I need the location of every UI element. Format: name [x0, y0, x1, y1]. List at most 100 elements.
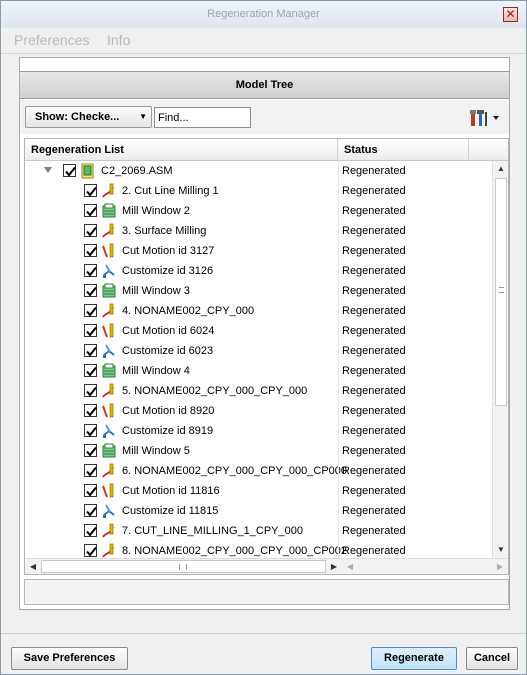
tree-row[interactable]: Customize id 8919 Regenerated	[25, 421, 492, 441]
nc-sequence-icon	[101, 523, 117, 539]
row-checkbox[interactable]	[84, 304, 97, 317]
column-header-row: Regeneration List Status	[25, 139, 508, 161]
tree-row[interactable]: Customize id 11815 Regenerated	[25, 501, 492, 521]
row-checkbox[interactable]	[84, 444, 97, 457]
scroll-left-icon[interactable]: ◀	[25, 559, 41, 574]
tree-row[interactable]: Cut Motion id 6024 Regenerated	[25, 321, 492, 341]
settings-tools-icon[interactable]	[467, 107, 501, 129]
regenerate-button[interactable]: Regenerate	[371, 647, 457, 670]
tree-row[interactable]: Cut Motion id 3127 Regenerated	[25, 241, 492, 261]
show-filter-dropdown[interactable]: Show: Checke... ▼	[25, 106, 152, 128]
tree-row[interactable]: Cut Motion id 8920 Regenerated	[25, 401, 492, 421]
tree-toolbar: Show: Checke... ▼	[20, 100, 509, 134]
tree-row-name-cell: Customize id 8919	[25, 421, 338, 441]
window-title: Regeneration Manager	[207, 8, 320, 20]
panel-title: Model Tree	[20, 71, 509, 99]
row-checkbox[interactable]	[84, 524, 97, 537]
row-checkbox[interactable]	[84, 484, 97, 497]
tree-row[interactable]: Cut Motion id 11816 Regenerated	[25, 481, 492, 501]
tree-row-name-cell: Mill Window 2	[25, 201, 338, 221]
tree-row[interactable]: 5. NONAME002_CPY_000_CPY_000 Regenerated	[25, 381, 492, 401]
vertical-scroll-thumb[interactable]	[495, 178, 507, 406]
nc-sequence-icon	[101, 463, 117, 479]
tree-row[interactable]: Mill Window 2 Regenerated	[25, 201, 492, 221]
scroll-down-icon[interactable]: ▼	[493, 542, 508, 558]
tree-row-status: Regenerated	[338, 321, 492, 341]
vertical-scrollbar[interactable]: ▲ ▼	[492, 161, 508, 558]
menu-info[interactable]: Info	[107, 32, 130, 48]
tree-row[interactable]: Mill Window 3 Regenerated	[25, 281, 492, 301]
tree-row-status: Regenerated	[338, 301, 492, 321]
tree-row[interactable]: 2. Cut Line Milling 1 Regenerated	[25, 181, 492, 201]
tree-row-name-cell: Customize id 3126	[25, 261, 338, 281]
tree-row-status: Regenerated	[338, 361, 492, 381]
menu-preferences[interactable]: Preferences	[14, 32, 89, 48]
tree-row-status: Regenerated	[338, 481, 492, 501]
row-checkbox[interactable]	[84, 264, 97, 277]
tree-row[interactable]: 7. CUT_LINE_MILLING_1_CPY_000 Regenerated	[25, 521, 492, 541]
tree-row-name-cell: Cut Motion id 3127	[25, 241, 338, 261]
row-checkbox[interactable]	[84, 424, 97, 437]
assembly-icon	[80, 163, 96, 179]
cut-motion-icon	[101, 323, 117, 339]
row-checkbox[interactable]	[84, 184, 97, 197]
row-checkbox[interactable]	[84, 544, 97, 557]
tree-row[interactable]: 4. NONAME002_CPY_000 Regenerated	[25, 301, 492, 321]
tree-row-label: Customize id 3126	[122, 265, 214, 277]
tree-row-name-cell: Mill Window 5	[25, 441, 338, 461]
tree-row-label: Cut Motion id 8920	[122, 405, 215, 417]
horizontal-scrollbar[interactable]: ◀ ▶ ◀ ▶	[25, 558, 508, 574]
row-checkbox[interactable]	[84, 204, 97, 217]
tree-row[interactable]: Customize id 3126 Regenerated	[25, 261, 492, 281]
tree-row-label: Customize id 8919	[122, 425, 214, 437]
tree-row-status: Regenerated	[338, 521, 492, 541]
tree-row-label: 5. NONAME002_CPY_000_CPY_000	[122, 385, 308, 397]
tree-row-name-cell: 3. Surface Milling	[25, 221, 338, 241]
cancel-button[interactable]: Cancel	[466, 647, 518, 670]
tree-row[interactable]: Mill Window 4 Regenerated	[25, 361, 492, 381]
mill-window-icon	[101, 363, 117, 379]
tree-row-name-cell: 5. NONAME002_CPY_000_CPY_000	[25, 381, 338, 401]
row-checkbox[interactable]	[84, 504, 97, 517]
column-header-regeneration-list[interactable]: Regeneration List	[25, 139, 338, 160]
column-header-status[interactable]: Status	[338, 139, 469, 160]
customize-icon	[101, 503, 117, 519]
row-checkbox[interactable]	[63, 164, 76, 177]
tree-row-label: 4. NONAME002_CPY_000	[122, 305, 255, 317]
tree-root-row[interactable]: C2_2069.ASM Regenerated	[25, 161, 492, 181]
tree-row[interactable]: Mill Window 5 Regenerated	[25, 441, 492, 461]
row-checkbox[interactable]	[84, 384, 97, 397]
row-checkbox[interactable]	[84, 224, 97, 237]
status-scroll-right-icon[interactable]: ▶	[492, 559, 508, 574]
close-icon[interactable]: ✕	[503, 7, 518, 22]
tree-row[interactable]: 3. Surface Milling Regenerated	[25, 221, 492, 241]
tree-row[interactable]: 8. NONAME002_CPY_000_CPY_000_CP002 Regene…	[25, 541, 492, 558]
row-checkbox[interactable]	[84, 404, 97, 417]
row-checkbox[interactable]	[84, 324, 97, 337]
footer-divider	[1, 633, 526, 634]
menu-bar: Preferences Info	[1, 28, 526, 54]
tree-row-name-cell: 6. NONAME002_CPY_000_CPY_000_CP000	[25, 461, 347, 481]
customize-icon	[101, 263, 117, 279]
tree-row[interactable]: Customize id 6023 Regenerated	[25, 341, 492, 361]
scroll-right-icon[interactable]: ▶	[326, 559, 342, 574]
tree-row-status: Regenerated	[338, 441, 492, 461]
tree-row-label: Customize id 11815	[122, 505, 219, 517]
find-input[interactable]	[154, 107, 251, 128]
tree-row-status: Regenerated	[338, 181, 492, 201]
row-checkbox[interactable]	[84, 284, 97, 297]
tree-row-label: 3. Surface Milling	[122, 225, 207, 237]
status-scroll-left-icon[interactable]: ◀	[342, 559, 358, 574]
row-checkbox[interactable]	[84, 344, 97, 357]
tree-row[interactable]: 6. NONAME002_CPY_000_CPY_000_CP000 Regene…	[25, 461, 492, 481]
expand-toggle-icon[interactable]	[44, 167, 52, 173]
scroll-up-icon[interactable]: ▲	[493, 161, 508, 177]
save-preferences-button[interactable]: Save Preferences	[11, 647, 128, 670]
row-checkbox[interactable]	[84, 464, 97, 477]
tree-row-name-cell: Mill Window 4	[25, 361, 338, 381]
tree-row-label: 7. CUT_LINE_MILLING_1_CPY_000	[122, 525, 303, 537]
row-checkbox[interactable]	[84, 364, 97, 377]
row-checkbox[interactable]	[84, 244, 97, 257]
tree-row-status: Regenerated	[338, 541, 492, 558]
horizontal-scroll-thumb[interactable]	[41, 560, 326, 573]
